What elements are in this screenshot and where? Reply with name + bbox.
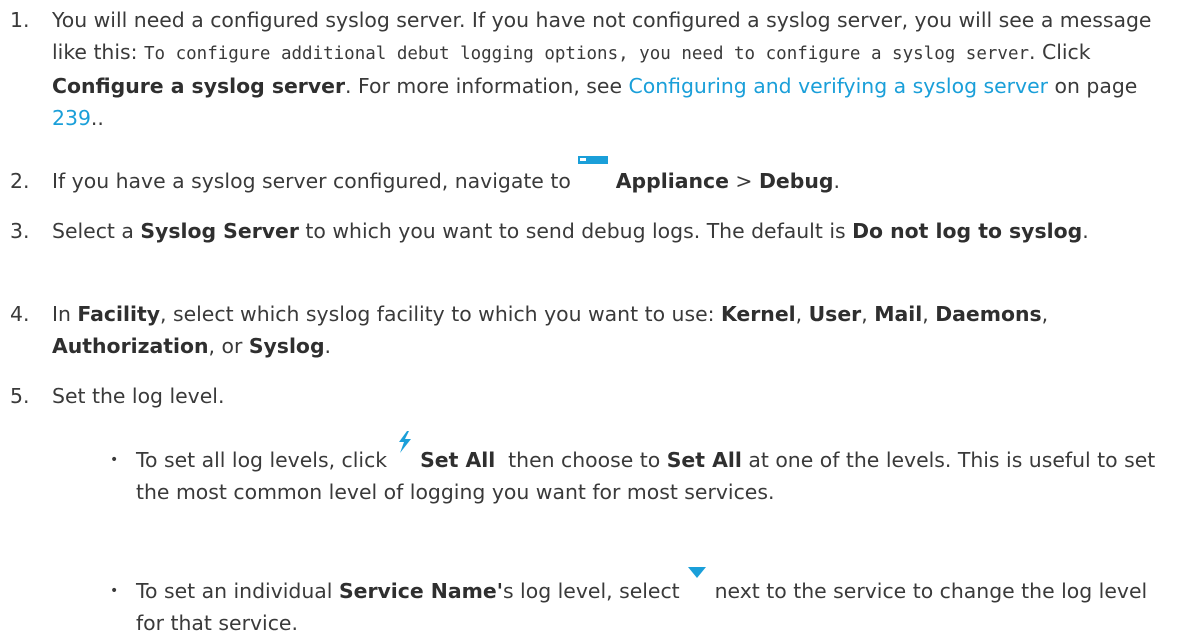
bullet-item: • To set all log levels, click Set All t… bbox=[110, 431, 1170, 508]
ui-label: Service Name' bbox=[338, 579, 503, 603]
bullet-text: To set an individual Service Name's log … bbox=[136, 567, 1170, 639]
ui-label: Kernel bbox=[720, 302, 796, 326]
step-number: 4. bbox=[10, 302, 30, 326]
step-5: 5. Set the log level. bbox=[10, 380, 1170, 412]
ui-label: Syslog bbox=[248, 334, 325, 358]
step-4: 4. In Facility, select which syslog faci… bbox=[10, 298, 1170, 362]
appliance-icon bbox=[577, 156, 609, 188]
step-number: 2. bbox=[10, 169, 30, 193]
bullet-dot: • bbox=[110, 452, 119, 468]
ui-label: Daemons bbox=[935, 302, 1042, 326]
ui-label: User bbox=[808, 302, 862, 326]
lightning-bolt-icon bbox=[394, 431, 414, 467]
bullet-text: To set all log levels, click Set All the… bbox=[136, 431, 1170, 508]
code-message: To configure additional debut logging op… bbox=[144, 44, 1030, 64]
ui-label: Syslog Server bbox=[140, 219, 299, 243]
bullet-item: • To set an individual Service Name's lo… bbox=[110, 567, 1170, 639]
step-number: 3. bbox=[10, 219, 30, 243]
step-number: 1. bbox=[10, 8, 30, 32]
ui-label: Configure a syslog server bbox=[52, 74, 346, 98]
ui-label: Set All bbox=[666, 448, 742, 472]
ui-label: Mail bbox=[874, 302, 923, 326]
step-text: Set the log level. bbox=[52, 384, 225, 408]
ui-label: Facility bbox=[77, 302, 161, 326]
ui-label: Set All bbox=[420, 448, 496, 472]
ui-label: Do not log to syslog bbox=[852, 219, 1083, 243]
step-text: In Facility, select which syslog facilit… bbox=[52, 302, 1049, 358]
step-text: Select a Syslog Server to which you want… bbox=[52, 219, 1089, 243]
step-3: 3. Select a Syslog Server to which you w… bbox=[10, 215, 1170, 247]
step-text: You will need a configured syslog server… bbox=[52, 8, 1152, 130]
syslog-config-link[interactable]: Configuring and verifying a syslog serve… bbox=[628, 74, 1048, 98]
step-number: 5. bbox=[10, 384, 30, 408]
ui-label: Authorization bbox=[52, 334, 209, 358]
bullet-dot: • bbox=[110, 583, 119, 599]
step-2: 2. If you have a syslog server configure… bbox=[10, 156, 1170, 197]
instructions-page: 1. You will need a configured syslog ser… bbox=[0, 0, 1186, 642]
step-text: If you have a syslog server configured, … bbox=[52, 156, 1170, 197]
step-1: 1. You will need a configured syslog ser… bbox=[10, 4, 1170, 134]
ui-label: Appliance bbox=[615, 169, 729, 193]
ui-label: Debug bbox=[759, 169, 834, 193]
page-link[interactable]: 239 bbox=[52, 106, 91, 130]
triangle-down-icon bbox=[686, 567, 708, 598]
